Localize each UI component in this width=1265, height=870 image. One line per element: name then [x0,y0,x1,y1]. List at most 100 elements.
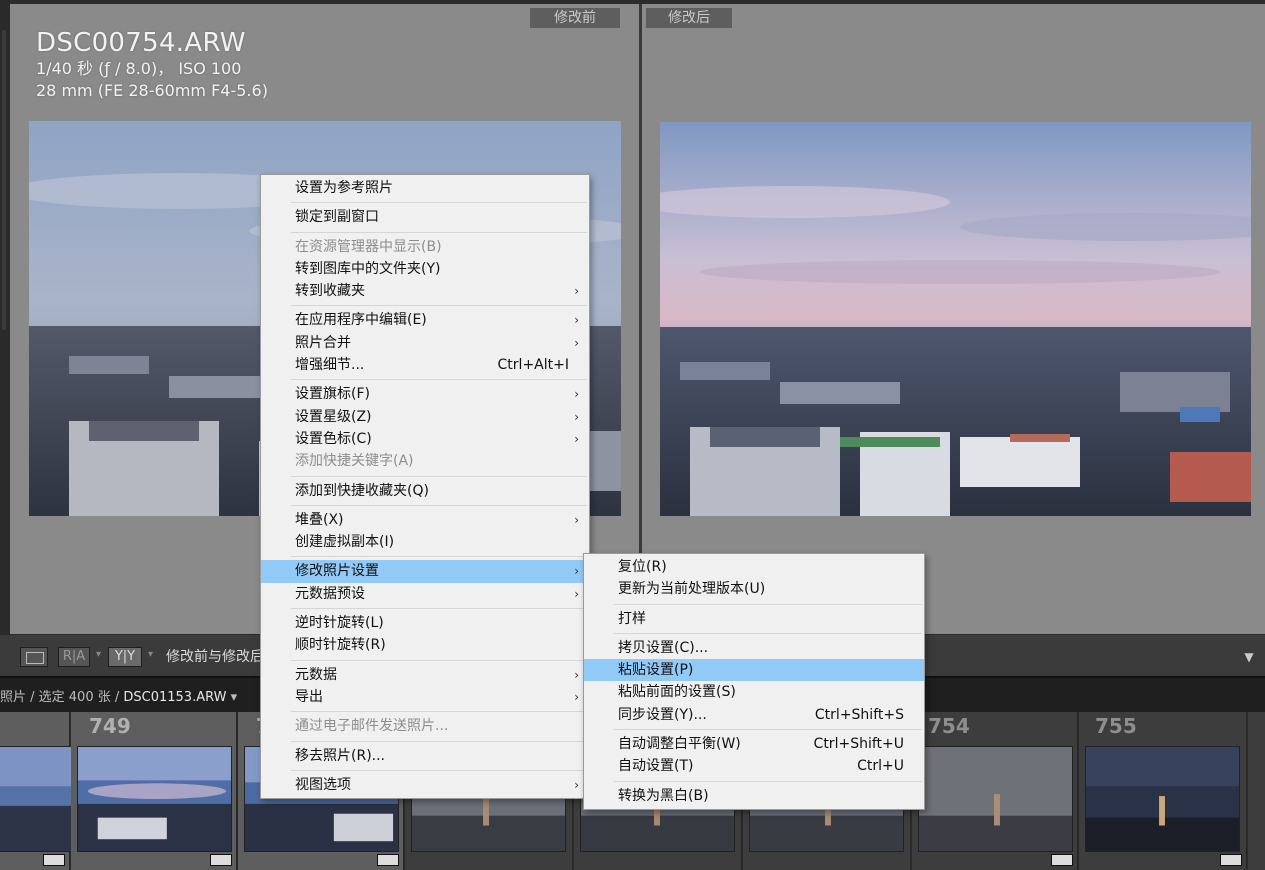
menu-item[interactable]: 设置旗标(F) › [261,383,589,405]
menu-item-label: 在应用程序中编辑(E) [295,312,427,329]
menu-item-label: 粘贴设置(P) [618,662,694,679]
menu-item-label: 移去照片(R)... [295,747,386,764]
menu-item[interactable]: 移去照片(R)... [261,745,589,767]
filmstrip-cell[interactable] [0,712,75,870]
cell-number: 755 [1095,714,1137,738]
thumbnail[interactable] [0,746,75,852]
submenu-arrow-icon: › [574,586,579,601]
menu-item[interactable]: 创建虚拟副本(I) [261,531,589,553]
menu-item[interactable]: 增强细节... Ctrl+Alt+I [261,354,589,376]
menu-item-label: 转到图库中的文件夹(Y) [295,260,441,277]
menu-item-label: 设置为参考照片 [295,180,393,196]
after-tag: 修改后 [646,8,732,28]
menu-item-label: 逆时针旋转(L) [295,615,384,632]
menu-item-label: 粘贴前面的设置(S) [618,684,736,701]
submenu-arrow-icon: › [574,284,579,299]
lens-info: 28 mm (FE 28-60mm F4-5.6) [36,81,268,100]
before-tag: 修改前 [530,8,620,28]
menu-item[interactable]: 锁定到副窗口 [261,206,589,228]
submenu-arrow-icon: › [574,409,579,424]
menu-item-label: 在资源管理器中显示(B) [295,238,442,255]
menu-item[interactable]: 粘贴设置(P) [584,659,924,682]
menu-item-label: 通过电子邮件发送照片... [295,718,449,735]
develop-badge-icon [377,854,399,866]
menu-separator [291,202,587,204]
menu-item[interactable]: 设置为参考照片 [261,177,589,199]
menu-item[interactable]: 打样 [584,608,924,630]
menu-item[interactable]: 修改照片设置 › [261,560,589,583]
chevron-down-icon[interactable]: ▾ [231,690,238,705]
before-after-ra-button[interactable]: R|A [58,647,90,667]
menu-item: 在资源管理器中显示(B) [261,236,589,258]
menu-separator [291,379,587,381]
before-after-yy-button[interactable]: Y|Y [108,647,142,667]
develop-badge-icon [1051,854,1073,866]
menu-item[interactable]: 在应用程序中编辑(E) › [261,309,589,331]
menu-item[interactable]: 拷贝设置(C)... [584,637,924,659]
menu-item[interactable]: 转到图库中的文件夹(Y) [261,258,589,280]
menu-item[interactable]: 顺时针旋转(R) [261,634,589,656]
menu-item[interactable]: 自动设置(T) Ctrl+U [584,755,924,777]
menu-item[interactable]: 元数据 › [261,664,589,686]
menu-separator [291,231,587,233]
menu-item-label: 打样 [618,610,646,627]
chevron-down-icon[interactable]: ▾ [148,649,153,660]
menu-item: 添加快捷关键字(A) [261,450,589,472]
menu-item-label: 增强细节... [295,357,365,374]
menu-item[interactable]: 逆时针旋转(L) [261,612,589,634]
menu-separator [291,475,587,477]
filmstrip-cell[interactable] [1248,712,1265,870]
after-pane: 修改后 [642,4,1265,634]
menu-item-label: 同步设置(Y)... [618,706,707,723]
cell-number: 749 [89,714,131,738]
file-name: DSC00754.ARW [36,28,246,58]
thumbnail[interactable] [1085,746,1240,852]
loupe-view-button[interactable] [20,647,48,667]
filmstrip-cell[interactable]: 749 [71,712,237,870]
filmstrip-path[interactable]: 照片 / 选定 400 张 / DSC01153.ARW ▾ [0,686,237,705]
menu-item[interactable]: 自动调整白平衡(W) Ctrl+Shift+U [584,733,924,755]
menu-item-label: 自动设置(T) [618,758,694,775]
develop-settings-submenu: 复位(R) 更新为当前处理版本(U) 打样拷贝设置(C)... 粘贴设置(P) 粘贴前面… [583,553,925,810]
menu-separator [291,769,587,771]
menu-separator [291,740,587,742]
thumbnail[interactable] [918,746,1073,852]
menu-separator [291,305,587,307]
menu-separator [614,780,922,782]
menu-item[interactable]: 复位(R) [584,556,924,578]
filmstrip-cell[interactable]: 754 [912,712,1078,870]
submenu-arrow-icon: › [574,313,579,328]
photo-info-overlay: DSC00754.ARW 1/40 秒 (ƒ / 8.0)， ISO 100 2… [36,28,268,102]
menu-shortcut: Ctrl+Alt+I [497,357,569,374]
after-photo[interactable] [660,122,1251,516]
menu-item[interactable]: 转到收藏夹 › [261,280,589,302]
menu-item[interactable]: 同步设置(Y)... Ctrl+Shift+S [584,704,924,726]
menu-item[interactable]: 设置星级(Z) › [261,406,589,428]
menu-separator [291,504,587,506]
left-panel-handle[interactable] [2,30,6,330]
thumbnail[interactable] [77,746,232,852]
menu-item[interactable]: 粘贴前面的设置(S) [584,681,924,703]
menu-item-label: 设置旗标(F) [295,386,370,403]
menu-item[interactable]: 元数据预设 › [261,583,589,605]
menu-item[interactable]: 设置色标(C) › [261,428,589,450]
menu-item-label: 顺时针旋转(R) [295,637,386,654]
menu-item[interactable]: 照片合并 › [261,332,589,354]
menu-item-label: 更新为当前处理版本(U) [618,581,766,598]
filmstrip-cell[interactable]: 755 [1079,712,1247,870]
chevron-down-icon[interactable]: ▾ [96,649,101,660]
menu-separator [614,603,922,605]
menu-item[interactable]: 堆叠(X) › [261,509,589,531]
menu-separator [291,556,587,558]
menu-item-label: 堆叠(X) [295,511,344,528]
menu-separator [614,632,922,634]
menu-item[interactable]: 更新为当前处理版本(U) [584,578,924,600]
submenu-arrow-icon: › [574,335,579,350]
menu-item[interactable]: 添加到快捷收藏夹(Q) [261,480,589,502]
menu-item-label: 复位(R) [618,559,667,575]
menu-item[interactable]: 视图选项 › [261,774,589,796]
toolbar-options-chevron-icon[interactable]: ▼ [1239,647,1259,667]
submenu-arrow-icon: › [574,689,579,704]
menu-item[interactable]: 导出 › [261,686,589,708]
menu-item[interactable]: 转换为黑白(B) [584,785,924,807]
